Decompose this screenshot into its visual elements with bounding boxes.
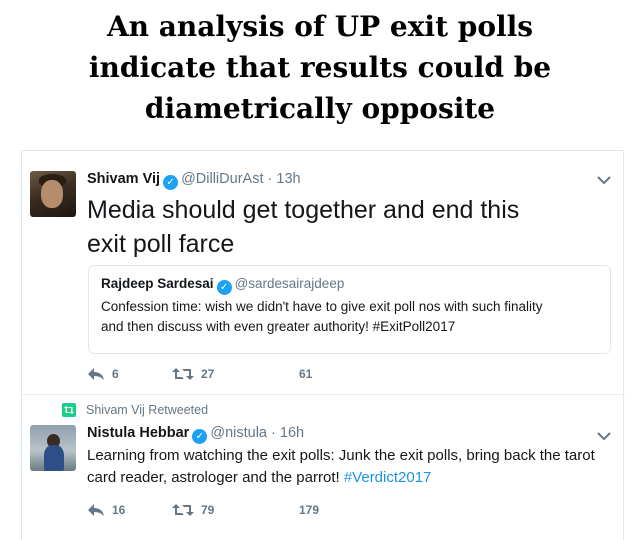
verified-badge-icon: ✓ [216,280,232,295]
retweet-count: 27 [201,367,215,381]
retweeted-by-label[interactable]: Shivam Vij Retweeted [86,403,208,417]
reply-count: 16 [112,503,126,517]
author-name[interactable]: Nistula Hebbar [87,425,189,441]
quoted-text-line-2: and then discuss with even greater autho… [101,318,456,334]
tweet-text-line-2: exit poll farce [87,230,235,258]
retweet-context: Shivam Vij Retweeted [62,403,208,417]
tweet-card: Shivam Vij ✓ @DilliDurAst · 13h Media shou… [21,150,625,540]
like-button[interactable]: 61 [299,367,312,381]
avatar[interactable] [30,171,76,217]
headline-line-2: indicate that results could be [88,51,552,84]
tweet-header: Shivam Vij ✓ @DilliDurAst · 13h [87,171,301,190]
tweet-text-body: Learning from watching the exit polls: J… [87,447,595,486]
quoted-tweet[interactable]: Rajdeep Sardesai ✓ @sardesairajdeep Confes… [88,265,611,354]
tweet-header: Nistula Hebbar ✓ @nistula · 16h [87,425,304,444]
separator-dot: · [267,171,273,187]
headline-line-1: An analysis of UP exit polls [106,10,534,43]
author-handle[interactable]: @DilliDurAst [181,171,263,187]
like-count: 61 [299,367,313,381]
tweet-timestamp[interactable]: 16h [280,425,304,441]
tweet-actions: 6 27 61 [87,367,387,385]
retweet-icon [172,504,194,516]
verified-badge-icon: ✓ [163,175,179,190]
tweet-shivam-vij[interactable]: Shivam Vij ✓ @DilliDurAst · 13h Media shou… [22,151,625,395]
separator-dot: · [271,425,276,441]
tweet-actions: 16 79 179 [87,503,387,521]
quoted-tweet-text: Confession time: wish we didn't have to … [101,297,598,336]
headline-line-3: diametrically opposite [144,92,496,125]
chevron-down-icon[interactable] [597,431,611,441]
quoted-text-line-1: Confession time: wish we didn't have to … [101,299,543,314]
retweet-icon [172,368,194,380]
verified-badge-icon: ✓ [192,429,208,444]
hashtag-link[interactable]: #Verdict2017 [344,469,432,486]
tweet-text-line-1: Media should get together and end this [87,196,520,224]
headline: An analysis of UP exit polls indicate th… [0,6,640,129]
reply-icon [88,368,104,380]
retweet-button[interactable]: 27 [172,367,214,381]
author-name[interactable]: Shivam Vij [87,171,160,187]
author-handle[interactable]: @nistula [210,425,267,441]
tweet-text: Learning from watching the exit polls: J… [87,445,617,489]
retweet-count: 79 [201,503,215,517]
retweet-button[interactable]: 79 [172,503,214,517]
like-count: 179 [299,503,320,517]
reply-count: 6 [112,367,119,381]
reply-button[interactable]: 16 [87,503,125,517]
retweeted-badge-icon [62,403,76,417]
tweet-text: Media should get together and end this e… [87,193,607,261]
avatar[interactable] [30,425,76,471]
tweet-nistula-hebbar[interactable]: Shivam Vij Retweeted Nistula Hebbar ✓ @nis… [22,395,625,540]
quoted-author-name[interactable]: Rajdeep Sardesai [101,276,214,291]
reply-button[interactable]: 6 [87,367,119,381]
quoted-tweet-header: Rajdeep Sardesai ✓ @sardesairajdeep [101,276,598,295]
tweet-timestamp[interactable]: 13h [276,171,300,187]
quoted-author-handle[interactable]: @sardesairajdeep [235,276,345,291]
like-button[interactable]: 179 [299,503,319,517]
chevron-down-icon[interactable] [597,175,611,185]
reply-icon [88,504,104,516]
